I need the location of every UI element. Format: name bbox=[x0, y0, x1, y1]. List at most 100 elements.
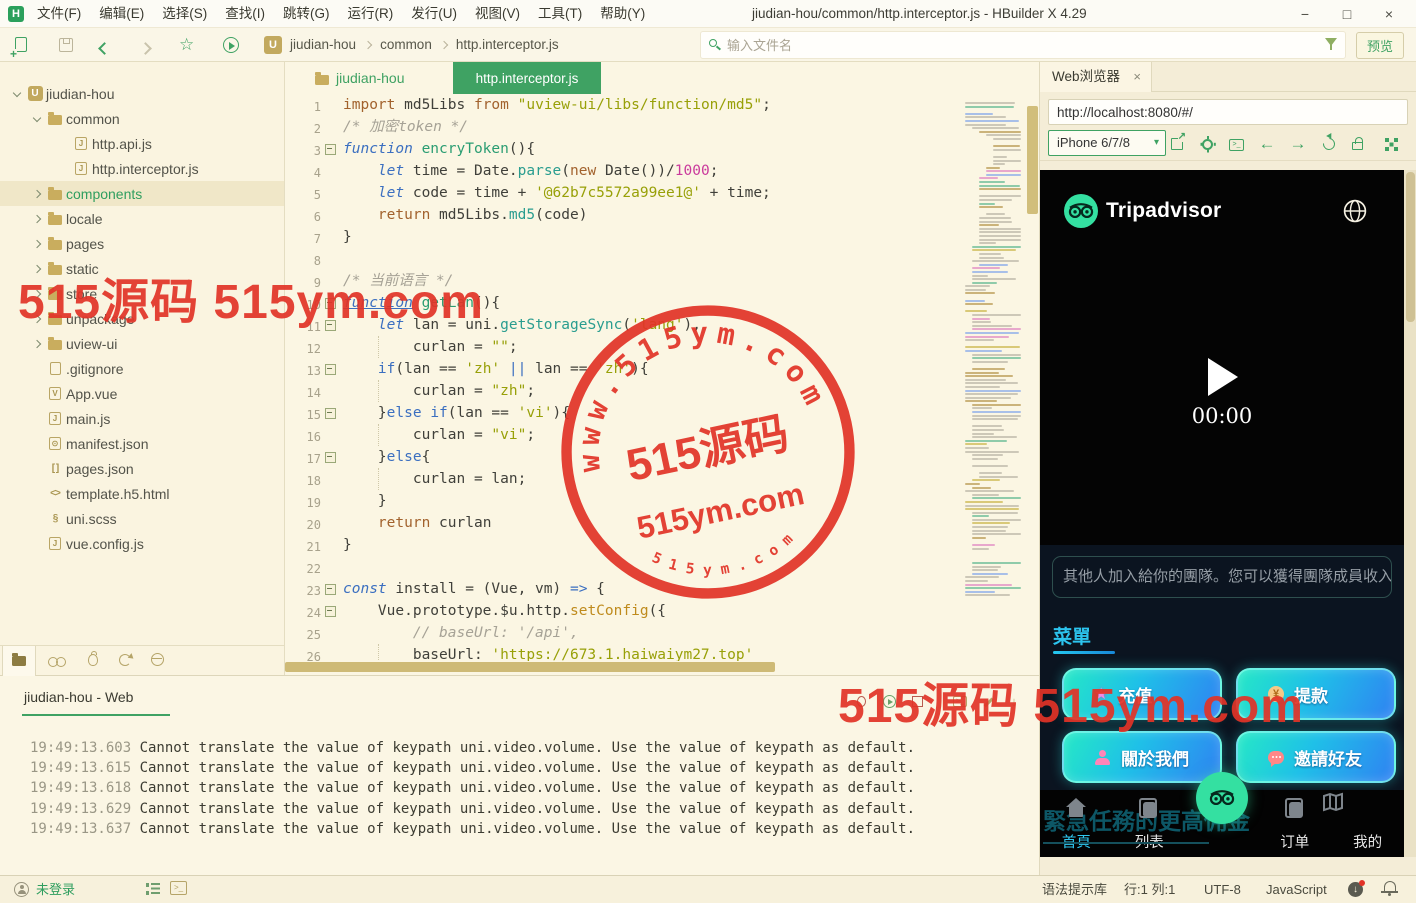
run-button[interactable] bbox=[221, 35, 241, 55]
maximize-button[interactable]: □ bbox=[1326, 0, 1368, 28]
menu-item[interactable]: 查找(I) bbox=[216, 0, 274, 28]
close-button[interactable]: × bbox=[1368, 0, 1410, 28]
tree-item-static[interactable]: static bbox=[0, 256, 284, 281]
sidebar-tab-search[interactable] bbox=[48, 650, 70, 672]
fold-marker[interactable] bbox=[321, 600, 338, 622]
fold-marker[interactable] bbox=[321, 578, 338, 600]
tree-item-components[interactable]: components bbox=[0, 181, 284, 206]
tree-chevron-icon[interactable] bbox=[30, 241, 44, 247]
code-line[interactable]: 12 curlan = ""; bbox=[285, 336, 965, 358]
console-tab[interactable]: jiudian-hou - Web bbox=[24, 689, 133, 705]
menu-item[interactable]: 运行(R) bbox=[339, 0, 403, 28]
fold-marker[interactable] bbox=[321, 402, 338, 424]
menu-item[interactable]: 编辑(E) bbox=[90, 0, 153, 28]
fold-marker[interactable] bbox=[321, 446, 338, 468]
app-button-coin[interactable]: ¥提款 bbox=[1236, 668, 1396, 720]
vertical-scrollbar[interactable] bbox=[1027, 106, 1038, 214]
status-encoding[interactable]: UTF-8 bbox=[1204, 876, 1241, 903]
browser-console-button[interactable]: >_ bbox=[1227, 134, 1247, 154]
menu-item[interactable]: 文件(F) bbox=[28, 0, 90, 28]
browser-lock-button[interactable] bbox=[1348, 134, 1368, 154]
tree-item-http-api-js[interactable]: Jhttp.api.js bbox=[0, 131, 284, 156]
outline-icon[interactable] bbox=[146, 883, 159, 895]
browser-qrcode-button[interactable] bbox=[1382, 134, 1402, 154]
tree-item-manifest-json[interactable]: ⊙manifest.json bbox=[0, 431, 284, 456]
tree-item-store[interactable]: store bbox=[0, 281, 284, 306]
tree-item-app-vue[interactable]: VApp.vue bbox=[0, 381, 284, 406]
code-line[interactable]: 13 if(lan == 'zh' || lan == 'zh'){ bbox=[285, 358, 965, 380]
editor-tab-active[interactable]: http.interceptor.js bbox=[453, 62, 601, 94]
console-stop-button[interactable] bbox=[909, 694, 925, 710]
tree-item-common[interactable]: common bbox=[0, 106, 284, 131]
app-button-chat[interactable]: 邀請好友 bbox=[1236, 731, 1396, 783]
tree-item-http-interceptor-js[interactable]: Jhttp.interceptor.js bbox=[0, 156, 284, 181]
browser-back-button[interactable]: ← bbox=[1257, 134, 1277, 154]
tree-item-pages-json[interactable]: [ ]pages.json bbox=[0, 456, 284, 481]
code-line[interactable]: 17 }else{ bbox=[285, 446, 965, 468]
close-icon[interactable]: × bbox=[1133, 62, 1141, 92]
sidebar-tab-debug[interactable] bbox=[82, 650, 104, 672]
browser-url-input[interactable] bbox=[1049, 100, 1407, 124]
code-line[interactable]: 23const install = (Vue, vm) => { bbox=[285, 578, 965, 600]
tree-item-unpackage[interactable]: unpackage bbox=[0, 306, 284, 331]
bell-icon[interactable] bbox=[1384, 881, 1396, 892]
code-line[interactable]: 25 // baseUrl: '/api', bbox=[285, 622, 965, 644]
forward-button[interactable] bbox=[141, 35, 161, 55]
tree-chevron-icon[interactable] bbox=[30, 341, 44, 347]
tabbar-item-owl[interactable] bbox=[1186, 790, 1259, 857]
tree-item--gitignore[interactable]: .gitignore bbox=[0, 356, 284, 381]
tree-item-template-h5-html[interactable]: <>template.h5.html bbox=[0, 481, 284, 506]
status-hints[interactable]: 语法提示库 bbox=[1042, 876, 1107, 903]
tree-item-uview-ui[interactable]: uview-ui bbox=[0, 331, 284, 356]
fold-marker[interactable] bbox=[321, 138, 338, 160]
code-line[interactable]: 4 let time = Date.parse(new Date())/1000… bbox=[285, 160, 965, 182]
editor-project-label[interactable]: jiudian-hou bbox=[315, 62, 405, 94]
fold-marker[interactable] bbox=[321, 314, 338, 336]
favorite-button[interactable]: ☆ bbox=[179, 35, 199, 55]
code-line[interactable]: 22 bbox=[285, 556, 965, 578]
device-selector[interactable]: iPhone 6/7/8 ▾ bbox=[1048, 130, 1166, 156]
browser-refresh-button[interactable] bbox=[1320, 134, 1340, 154]
tree-chevron-icon[interactable] bbox=[30, 191, 44, 197]
code-line[interactable]: 15 }else if(lan == 'vi'){ bbox=[285, 402, 965, 424]
code-line[interactable]: 11 let lan = uni.getStorageSync('lang'), bbox=[285, 314, 965, 336]
code-line[interactable]: 14 curlan = "zh"; bbox=[285, 380, 965, 402]
breadcrumb-item[interactable]: http.interceptor.js bbox=[456, 37, 559, 52]
app-button-person[interactable]: 關於我們 bbox=[1062, 731, 1222, 783]
filter-icon[interactable] bbox=[1325, 38, 1337, 46]
code-line[interactable]: 10function getLan(){ bbox=[285, 292, 965, 314]
update-icon[interactable]: ↓ bbox=[1348, 882, 1363, 897]
browser-tab[interactable]: Web浏览器 × bbox=[1040, 62, 1152, 92]
play-button[interactable] bbox=[1208, 358, 1238, 396]
open-external-button[interactable] bbox=[1168, 134, 1188, 154]
tree-item-vue-config-js[interactable]: Jvue.config.js bbox=[0, 531, 284, 556]
browser-settings-button[interactable] bbox=[1198, 134, 1218, 154]
tree-chevron-icon[interactable] bbox=[30, 117, 44, 121]
tabbar-item-map[interactable]: 我的 bbox=[1331, 790, 1404, 857]
console-terminal-button[interactable]: >_ bbox=[952, 694, 968, 710]
status-login[interactable]: 未登录 bbox=[36, 876, 75, 903]
breadcrumb-item[interactable]: jiudian-hou bbox=[290, 37, 356, 52]
tree-chevron-icon[interactable] bbox=[10, 92, 24, 96]
code-line[interactable]: 5 let code = time + '@62b7c5572a99ee1@' … bbox=[285, 182, 965, 204]
status-cursor-position[interactable]: 行:1 列:1 bbox=[1124, 876, 1175, 903]
sidebar-tab-web[interactable] bbox=[146, 650, 168, 672]
sidebar-tab-sync[interactable] bbox=[114, 650, 136, 672]
terminal-icon[interactable]: >_ bbox=[170, 881, 187, 895]
code-line[interactable]: 9/* 当前语言 */ bbox=[285, 270, 965, 292]
code-line[interactable]: 16 curlan = "vi"; bbox=[285, 424, 965, 446]
code-line[interactable]: 20 return curlan bbox=[285, 512, 965, 534]
menu-item[interactable]: 选择(S) bbox=[153, 0, 216, 28]
browser-url-bar[interactable] bbox=[1048, 99, 1408, 125]
menu-item[interactable]: 视图(V) bbox=[466, 0, 529, 28]
sidebar-tab-files[interactable] bbox=[2, 646, 36, 676]
code-line[interactable]: 8 bbox=[285, 248, 965, 270]
new-file-button[interactable] bbox=[12, 35, 32, 55]
tree-chevron-icon[interactable] bbox=[30, 291, 44, 297]
code-line[interactable]: 1import md5Libs from "uview-ui/libs/func… bbox=[285, 94, 965, 116]
console-clear-button[interactable] bbox=[980, 694, 996, 710]
code-line[interactable]: 7} bbox=[285, 226, 965, 248]
tree-item-jiudian-hou[interactable]: Ujiudian-hou bbox=[0, 81, 284, 106]
file-search-box[interactable] bbox=[700, 31, 1346, 59]
browser-forward-button[interactable]: → bbox=[1288, 134, 1308, 154]
